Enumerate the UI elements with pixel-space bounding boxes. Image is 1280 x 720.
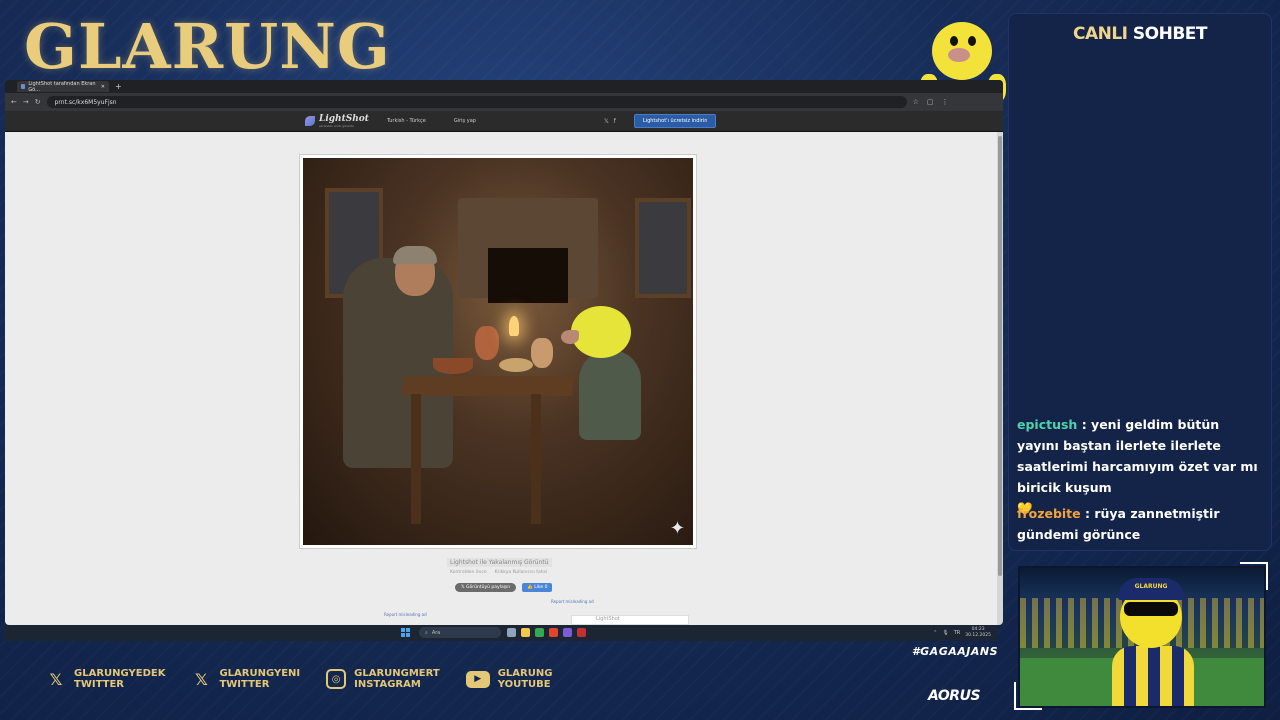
bookmark-icon[interactable]: ☆ bbox=[913, 98, 919, 106]
facebook-icon[interactable]: f bbox=[614, 118, 616, 125]
report-ad-link[interactable]: Report misleading ad bbox=[551, 599, 594, 604]
clock[interactable]: 04:23 30.12.2025 bbox=[965, 627, 991, 639]
fireplace bbox=[458, 198, 598, 303]
obs-icon[interactable] bbox=[577, 628, 586, 637]
windows-taskbar: ⌕ Ara ⌃ 🎙 TR 04:23 30.12.2025 bbox=[5, 625, 997, 641]
wooden-table bbox=[402, 376, 574, 396]
feather-icon bbox=[305, 116, 315, 126]
url-input[interactable]: prnt.sc/kx6M5yuFjsn bbox=[46, 96, 907, 108]
browser-window: LightShot tarafından Ekran Gö... ✕ + ← →… bbox=[5, 80, 1003, 625]
screenshot-image[interactable]: ✦ bbox=[299, 154, 697, 549]
sponsor-logo: AORUS bbox=[928, 688, 981, 704]
hashtag: #GAGAAJANS bbox=[912, 645, 998, 658]
oil-lamp bbox=[509, 316, 519, 336]
caption-meta: Kontrolden önce Krikkya Kullanıcısı tahs… bbox=[450, 570, 548, 575]
social-instagram: ◎ GLARUNGMERT INSTAGRAM bbox=[326, 668, 440, 690]
app-icon[interactable] bbox=[563, 628, 572, 637]
instagram-icon: ◎ bbox=[326, 669, 347, 689]
mascot-avatar: GLARUNG bbox=[1106, 576, 1198, 706]
close-tab-icon[interactable]: ✕ bbox=[101, 84, 105, 90]
chat-username: epictush bbox=[1017, 417, 1078, 432]
back-icon[interactable]: ← bbox=[11, 98, 17, 106]
reload-icon[interactable]: ↻ bbox=[35, 98, 41, 106]
social-links: 𝕏 GLARUNGYEDEK TWITTER 𝕏 GLARUNGYENI TWITT… bbox=[46, 668, 553, 690]
lightshot-logo[interactable]: LightShot ekrandan anlık görüntü bbox=[305, 114, 369, 128]
page-scrollbar[interactable] bbox=[997, 132, 1003, 625]
download-button[interactable]: Lightshot'ı ücretsiz indirin bbox=[633, 114, 717, 128]
social-twitter-yeni: 𝕏 GLARUNGYENI TWITTER bbox=[191, 668, 300, 690]
file-explorer-icon[interactable] bbox=[521, 628, 530, 637]
bird-figure bbox=[559, 306, 649, 486]
task-view-icon[interactable] bbox=[507, 628, 516, 637]
new-tab-icon[interactable]: + bbox=[115, 82, 122, 91]
webcam-feed: GLARUNG bbox=[1018, 566, 1266, 708]
chat-username: frozebite bbox=[1017, 506, 1081, 521]
twitter-icon[interactable]: 𝕏 bbox=[604, 118, 609, 125]
chat-message: frozebite : rüya zannetmiştir gündemi gö… bbox=[1017, 503, 1265, 545]
brave-icon[interactable] bbox=[549, 628, 558, 637]
x-icon: 𝕏 bbox=[49, 669, 63, 689]
search-icon: ⌕ bbox=[425, 629, 428, 636]
report-ad-link[interactable]: Report misleading ad bbox=[384, 612, 427, 617]
browser-tab[interactable]: LightShot tarafından Ekran Gö... ✕ bbox=[17, 80, 109, 93]
forward-icon[interactable]: → bbox=[23, 98, 29, 106]
url-text: prnt.sc/kx6M5yuFjsn bbox=[54, 98, 117, 106]
page-content: ✦ Lightshot ile Yakalanmış Görüntü Kontr… bbox=[5, 132, 997, 625]
system-tray: ⌃ 🎙 TR 04:23 30.12.2025 bbox=[933, 627, 991, 639]
lang-indicator[interactable]: TR bbox=[954, 630, 961, 636]
cap-logo: GLARUNG bbox=[1118, 578, 1184, 600]
mic-icon[interactable]: 🎙 bbox=[942, 630, 948, 636]
ad-banner[interactable]: LightShot bbox=[571, 615, 689, 625]
menu-icon[interactable]: ⋮ bbox=[942, 98, 949, 106]
sunglasses bbox=[1124, 602, 1178, 616]
youtube-icon: ▶ bbox=[465, 670, 490, 688]
chrome-icon[interactable] bbox=[535, 628, 544, 637]
taskbar-search[interactable]: ⌕ Ara bbox=[419, 627, 501, 638]
tab-strip: LightShot tarafından Ekran Gö... ✕ + bbox=[5, 80, 1003, 93]
chat-title: CANLI SOHBET bbox=[1072, 24, 1208, 44]
chevron-up-icon[interactable]: ⌃ bbox=[933, 630, 937, 636]
login-link[interactable]: Giriş yap bbox=[454, 118, 476, 124]
lightshot-header: LightShot ekrandan anlık görüntü Turkish… bbox=[5, 111, 1003, 132]
start-icon[interactable] bbox=[401, 628, 410, 637]
extensions-icon[interactable]: ▢ bbox=[927, 98, 934, 106]
social-twitter-yedek: 𝕏 GLARUNGYEDEK TWITTER bbox=[46, 668, 166, 690]
sparkle-icon: ✦ bbox=[669, 518, 685, 539]
address-bar-row: ← → ↻ prnt.sc/kx6M5yuFjsn ☆ ▢ ⋮ bbox=[5, 93, 1003, 111]
social-youtube: ▶ GLARUNG YOUTUBE bbox=[465, 668, 552, 690]
image-caption: Lightshot ile Yakalanmış Görüntü bbox=[447, 558, 552, 567]
chat-panel: CANLI SOHBET epictush : yeni geldim bütü… bbox=[1008, 13, 1272, 551]
favicon-icon bbox=[21, 84, 26, 89]
x-icon: 𝕏 bbox=[195, 669, 208, 689]
tab-title: LightShot tarafından Ekran Gö... bbox=[28, 80, 96, 93]
language-select[interactable]: Turkish - Türkçe bbox=[387, 118, 426, 124]
stream-logo: GLARUNG bbox=[24, 10, 391, 83]
tweet-button[interactable]: 𝕏 Görüntüyü paylaşın bbox=[455, 583, 517, 592]
like-button[interactable]: 👍 Like 0 bbox=[522, 583, 553, 592]
